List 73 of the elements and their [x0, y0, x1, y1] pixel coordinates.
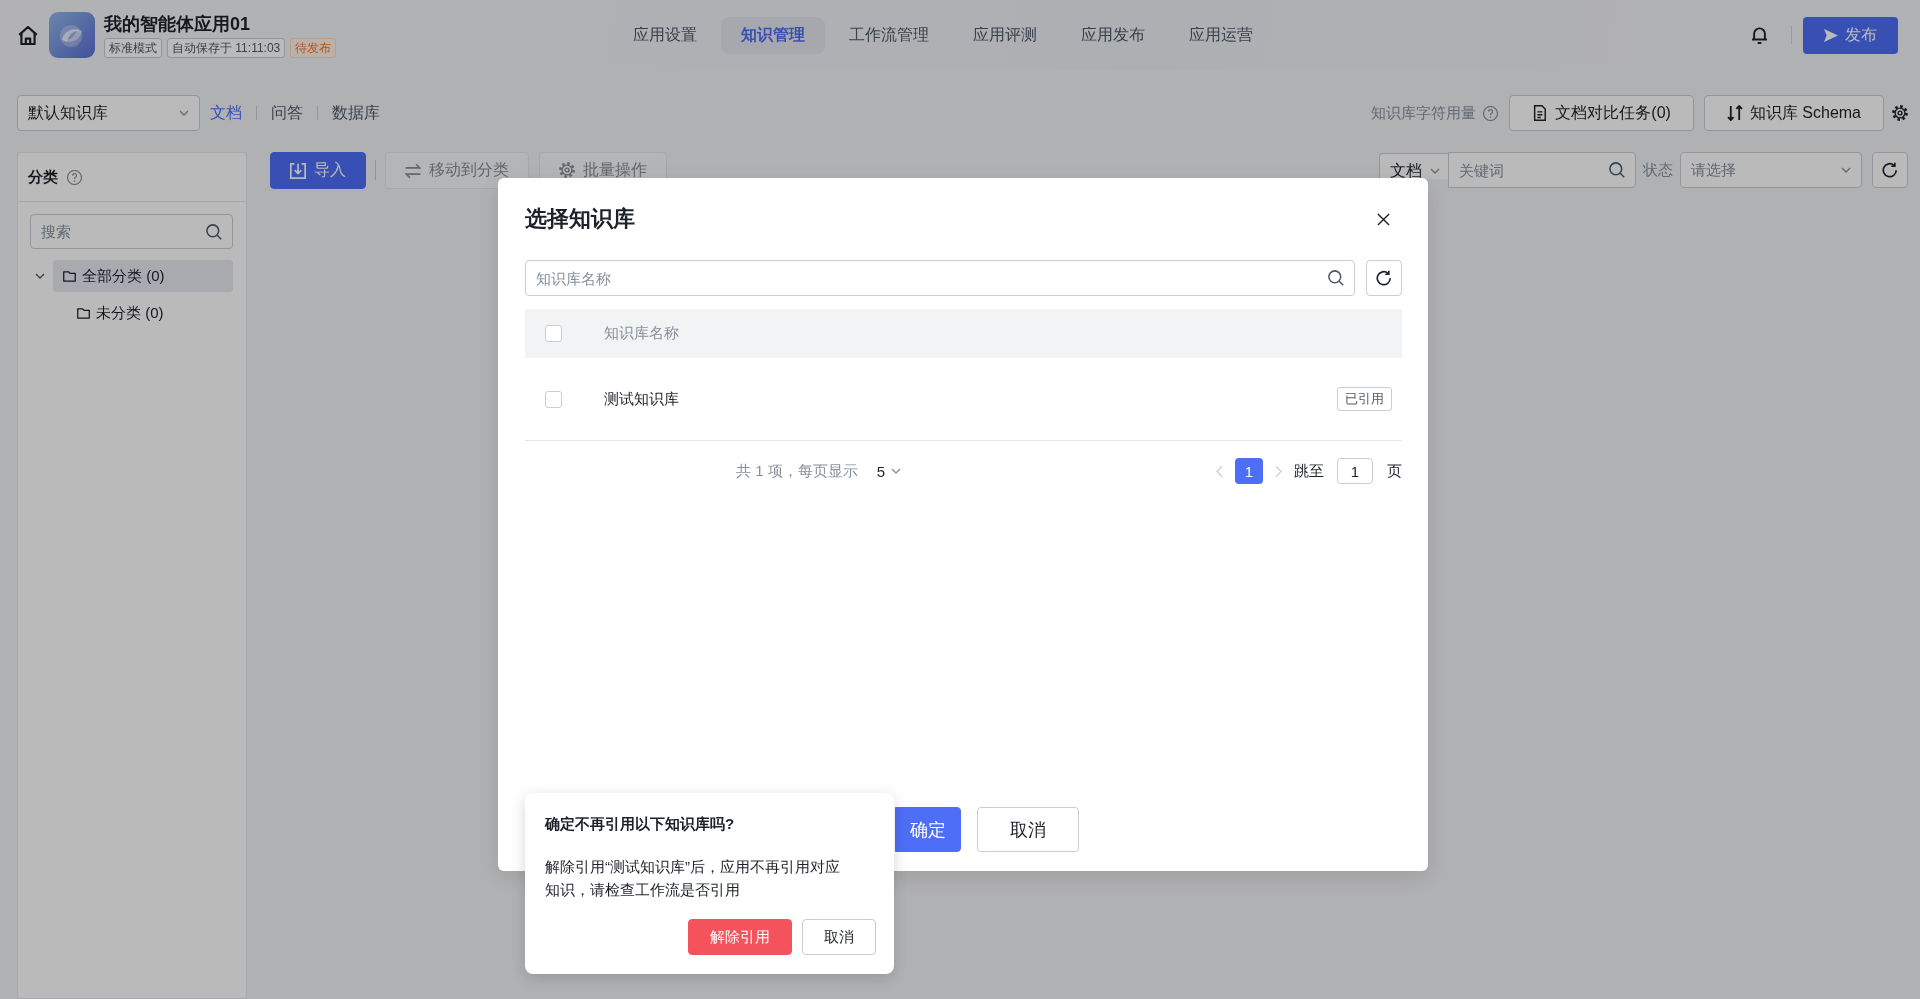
page-jump-input[interactable]: 1	[1337, 458, 1373, 484]
publish-button[interactable]: 发布	[1803, 16, 1898, 54]
cancel-button[interactable]: 取消	[976, 807, 1079, 852]
referenced-tag: 已引用	[1337, 387, 1392, 411]
compare-tasks-button[interactable]: 文档对比任务(0)	[1509, 95, 1694, 131]
checkbox[interactable]	[545, 325, 562, 342]
search-icon	[206, 223, 222, 240]
confirm-button[interactable]: 确定	[894, 807, 961, 852]
chevron-icon[interactable]	[35, 273, 45, 279]
popconfirm-message: 解除引用“测试知识库”后，应用不再引用对应知识，请检查工作流是否引用	[545, 857, 841, 900]
nav-tab[interactable]: 应用评测	[953, 16, 1057, 54]
schema-button[interactable]: 知识库 Schema	[1703, 95, 1884, 131]
type-select[interactable]: 文档	[1379, 153, 1448, 179]
search-icon	[1328, 270, 1344, 286]
dialog-title: 选择知识库	[525, 205, 635, 233]
import-icon	[290, 162, 306, 179]
document-icon	[1532, 105, 1549, 121]
cancel-button[interactable]: 取消	[802, 919, 876, 955]
column-header: 知识库名称	[604, 324, 679, 343]
up-down-arrows-icon	[1726, 105, 1743, 121]
knowledge-base-select[interactable]: 默认知识库	[17, 95, 200, 131]
chevron-down-icon	[1841, 167, 1851, 173]
view-tab[interactable]: 问答	[271, 102, 303, 124]
search-field[interactable]: 搜索	[30, 214, 233, 249]
jump-label: 跳至	[1294, 461, 1324, 481]
page-size-select[interactable]: 5	[876, 462, 902, 480]
help-icon[interactable]	[67, 169, 82, 185]
tree-item[interactable]: 未分类 (0)	[67, 297, 233, 329]
swap-icon	[405, 162, 421, 179]
nav-tab[interactable]: 应用运营	[1169, 16, 1273, 54]
nav-tab[interactable]: 工作流管理	[829, 16, 949, 54]
page-button[interactable]: 1	[1235, 458, 1263, 484]
bell-icon[interactable]	[1751, 26, 1768, 44]
refresh-button[interactable]	[1366, 260, 1402, 296]
nav-tab[interactable]: 应用设置	[613, 16, 717, 54]
settings-icon[interactable]	[1892, 105, 1908, 121]
folder-icon	[77, 307, 90, 319]
refresh-icon	[1376, 270, 1392, 286]
view-tab[interactable]: 文档	[210, 102, 242, 124]
folder-icon	[63, 270, 76, 282]
view-tab[interactable]: 数据库	[332, 102, 380, 124]
checkbox[interactable]	[545, 390, 562, 408]
help-icon[interactable]	[1483, 105, 1499, 121]
search-icon	[1609, 162, 1625, 178]
sidebar-title: 分类	[28, 167, 58, 187]
info-tag: 标准模式	[104, 38, 162, 58]
nav-tab[interactable]: 应用发布	[1061, 16, 1165, 54]
app-logo-icon	[49, 12, 95, 58]
close-icon[interactable]	[1377, 212, 1390, 226]
app-name: 我的智能体应用01	[104, 13, 252, 36]
chevron-down-icon	[891, 468, 902, 474]
home-icon[interactable]	[18, 25, 38, 45]
info-tag: 待发布	[290, 38, 337, 58]
status-select[interactable]: 请选择	[1680, 152, 1862, 188]
tree-item[interactable]: 全部分类 (0)	[53, 260, 233, 292]
refresh-button[interactable]	[1872, 152, 1908, 188]
status-label: 状态	[1643, 161, 1673, 179]
import-button[interactable]: 导入	[270, 152, 366, 189]
keyword-field[interactable]: 关键词	[1448, 152, 1636, 188]
info-tag: 自动保存于 11:11:03	[167, 38, 286, 58]
chevron-down-icon	[179, 110, 189, 116]
gear-icon	[559, 162, 575, 178]
nav-tab[interactable]: 知识管理	[721, 16, 825, 54]
table-cell: 测试知识库	[604, 389, 679, 407]
remove-reference-button[interactable]: 解除引用	[688, 919, 792, 955]
send-icon	[1824, 28, 1838, 42]
refresh-icon	[1882, 162, 1898, 178]
chevron-down-icon	[1430, 168, 1440, 174]
usage-label: 知识库字符用量	[1371, 103, 1477, 123]
page-suffix: 页	[1387, 461, 1402, 481]
pagination-summary: 共 1 项，每页显示	[736, 461, 858, 481]
popconfirm-title: 确定不再引用以下知识库吗?	[545, 814, 736, 834]
search-field[interactable]: 知识库名称	[525, 260, 1355, 296]
